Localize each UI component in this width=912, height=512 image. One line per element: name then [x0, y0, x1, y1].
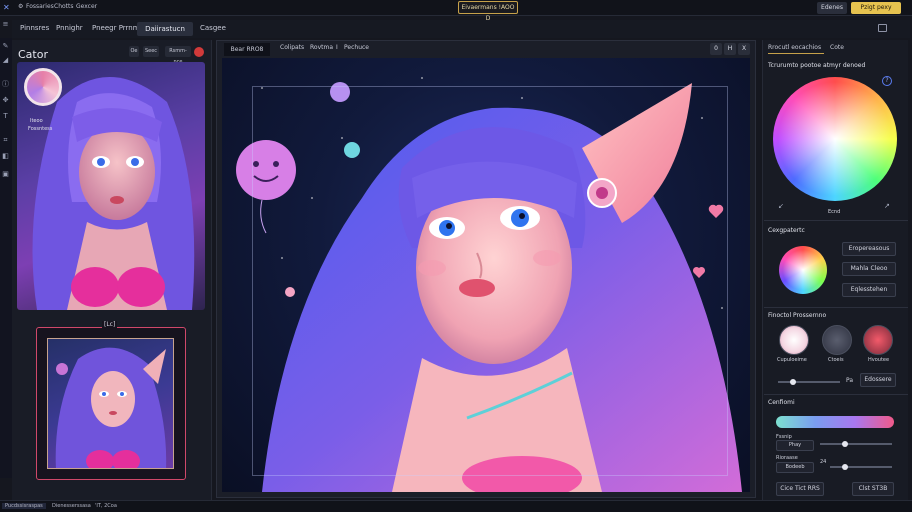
- brush-icon[interactable]: ◢: [1, 56, 10, 65]
- canvas-tab-2[interactable]: Rovtma: [310, 44, 333, 51]
- crop-guide[interactable]: [252, 86, 728, 476]
- document-title: Eivaermans !AOO D: [458, 1, 518, 22]
- color-wheel-icon[interactable]: [24, 68, 62, 106]
- status-item-0: Pucdssisraspas: [2, 503, 46, 509]
- panel-button-0[interactable]: Oe: [129, 46, 139, 57]
- wheel-arrow-right-icon[interactable]: ↗: [884, 202, 890, 210]
- canvas-button-save[interactable]: H: [724, 43, 736, 55]
- fill-icon[interactable]: ▣: [1, 170, 10, 179]
- thumb-label-2: Fossntess: [28, 126, 53, 132]
- help-icon[interactable]: ?: [882, 76, 892, 86]
- gradient-title: Cenfiomi: [768, 399, 795, 406]
- move-icon[interactable]: ✥: [1, 96, 10, 105]
- status-item-2: 'IT, 2Coa: [95, 503, 117, 509]
- canvas-tab-active[interactable]: Bear RRO8: [224, 43, 270, 56]
- topbar-item-0[interactable]: Fossaries: [26, 3, 54, 10]
- slider-label: Pa: [846, 377, 854, 384]
- export-button[interactable]: Pzigt pexy: [851, 2, 901, 14]
- status-item-1: Dienesserssasa: [52, 503, 91, 509]
- menu-item-active[interactable]: Daiirastucn: [137, 22, 193, 36]
- gradient-bar[interactable]: [776, 416, 894, 428]
- right-tab-1[interactable]: Cote: [830, 44, 844, 51]
- status-bar: [0, 500, 912, 512]
- menu-item-0[interactable]: Pinnsres: [20, 24, 49, 32]
- palette-button-1[interactable]: Mahla Cleoo: [842, 262, 896, 276]
- app-logo-icon: ✕: [3, 3, 10, 12]
- panel-toggle-icon[interactable]: [878, 24, 887, 32]
- preview-frame-label: [Lc]: [102, 321, 118, 328]
- right-tab-underline: [768, 53, 824, 54]
- palette-button-0[interactable]: Eropereasous: [842, 242, 896, 256]
- preset-swatch-0[interactable]: [779, 325, 809, 355]
- text-icon[interactable]: T: [1, 112, 10, 121]
- edit-button[interactable]: Edenes: [817, 2, 847, 14]
- field-slider-knob-1[interactable]: [842, 464, 848, 470]
- slider-apply-button[interactable]: Edossere: [860, 373, 896, 387]
- canvas-tab-3[interactable]: I: [336, 44, 338, 51]
- footer-button-0[interactable]: Cice Tict RRS: [776, 482, 824, 496]
- character-illustration-small: [55, 347, 167, 468]
- preset-swatch-1[interactable]: [822, 325, 852, 355]
- footer-button-1[interactable]: Clst ST3B: [852, 482, 894, 496]
- right-tab-0[interactable]: Rrocutl eocachios: [768, 44, 821, 51]
- wheel-title: Tcrurumto pootoe atmyr denoed: [768, 62, 866, 69]
- title-bar: [0, 0, 912, 16]
- wheel-arrow-left-icon[interactable]: ↙: [778, 202, 784, 210]
- thumb-label-1: Iteoo: [30, 118, 43, 124]
- field-slider-1[interactable]: [830, 464, 892, 470]
- topbar-item-1[interactable]: Chotts: [54, 3, 74, 10]
- presets-title: Finoctol Prossernno: [768, 312, 827, 319]
- field-slider-0[interactable]: [820, 441, 892, 447]
- opacity-slider[interactable]: [778, 379, 840, 385]
- panel-title: Cator: [18, 48, 48, 61]
- field-label-1: Rioraase: [776, 455, 798, 461]
- divider: [764, 394, 908, 395]
- reference-thumbnail-small[interactable]: [47, 338, 174, 469]
- preset-label-0: Cupuloeime: [777, 357, 807, 363]
- wheel-label: Ecnd: [828, 209, 841, 215]
- field-input-0[interactable]: Phay: [776, 440, 814, 451]
- panel-button-1[interactable]: Seec: [143, 46, 159, 57]
- panel-button-2[interactable]: Rsmm-nce: [165, 46, 191, 65]
- canvas-tab-4[interactable]: Pechuce: [344, 44, 369, 51]
- mini-color-wheel[interactable]: [779, 246, 827, 294]
- info-icon[interactable]: ⓘ: [1, 80, 10, 89]
- field-input-1[interactable]: Bodeeb: [776, 462, 814, 473]
- canvas-button-0[interactable]: 0: [710, 43, 722, 55]
- palette-title: Cexgpatertc: [768, 227, 805, 234]
- topbar-icon-gear[interactable]: ⚙: [18, 3, 23, 10]
- divider: [764, 220, 908, 221]
- eraser-icon[interactable]: ◧: [1, 152, 10, 161]
- preset-label-1: Ctoeis: [828, 357, 844, 363]
- pen-icon[interactable]: ✎: [1, 42, 10, 51]
- preset-swatch-2[interactable]: [863, 325, 893, 355]
- canvas-tab-1[interactable]: Colipats: [280, 44, 304, 51]
- record-icon[interactable]: [194, 47, 204, 57]
- topbar-item-2[interactable]: Gexcer: [76, 3, 97, 10]
- layers-icon[interactable]: ≡: [1, 20, 10, 29]
- menu-item-4[interactable]: Casgee: [200, 24, 226, 32]
- palette-button-2[interactable]: Eqlesstehen: [842, 283, 896, 297]
- preset-label-2: Hvoutee: [868, 357, 890, 363]
- canvas-button-close[interactable]: X: [738, 43, 750, 55]
- slider-knob[interactable]: [790, 379, 796, 385]
- color-wheel[interactable]: [773, 77, 897, 201]
- field-value-1: 24: [820, 459, 827, 465]
- field-slider-knob-0[interactable]: [842, 441, 848, 447]
- divider: [764, 307, 908, 308]
- crop-icon[interactable]: ⌗: [1, 136, 10, 145]
- menu-item-1[interactable]: Pnnighr: [56, 24, 83, 32]
